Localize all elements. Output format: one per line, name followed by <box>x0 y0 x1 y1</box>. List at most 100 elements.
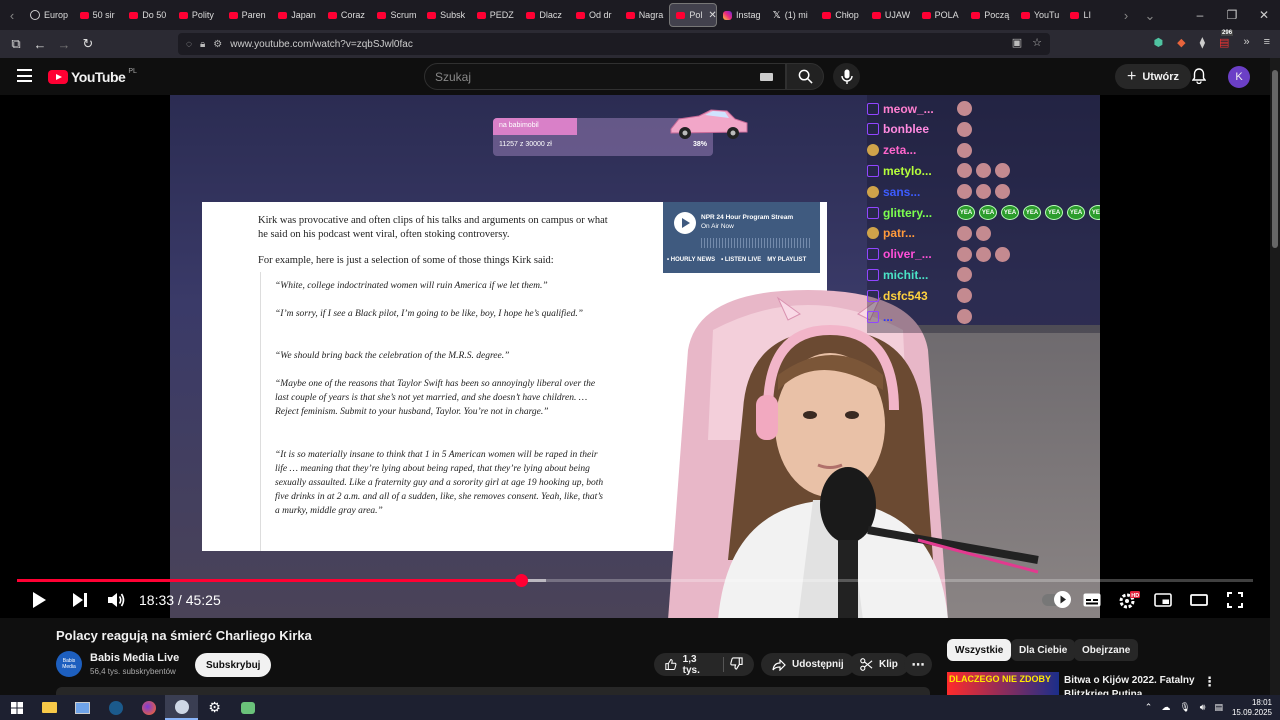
browser-tab[interactable]: 𝕏 (1) mi <box>767 3 817 27</box>
browser-tab[interactable]: Scrum <box>371 3 421 27</box>
speaker-icon[interactable]: 🔊︎ <box>1200 702 1206 713</box>
forward-icon[interactable]: → <box>52 37 76 52</box>
recommended-video-title[interactable]: Bitwa o Kijów 2022. Fatalny Blitzkrieg P… <box>1064 674 1204 695</box>
more-actions-button[interactable]: ⋯ <box>904 653 932 676</box>
browser-tab[interactable]: Od dr <box>570 3 620 27</box>
picture-in-picture-icon[interactable]: ▣ <box>1012 36 1022 49</box>
browser-tab[interactable]: PEDZ <box>471 3 521 27</box>
taskbar-settings[interactable]: ⚙ <box>198 695 231 720</box>
browser-tab[interactable]: Europ <box>24 3 74 27</box>
browser-tab[interactable]: Paren <box>223 3 273 27</box>
browser-tab[interactable]: Japan <box>272 3 322 27</box>
close-window-icon[interactable]: ✕ <box>1248 8 1280 22</box>
recommended-more-icon[interactable]: ⋮ <box>1203 674 1216 690</box>
browser-tab[interactable]: Polity <box>173 3 223 27</box>
network-icon[interactable]: ▤ <box>1214 702 1223 713</box>
autoplay-toggle[interactable] <box>1042 591 1071 608</box>
taskbar-steam[interactable] <box>99 695 132 720</box>
video-frame[interactable]: na babimobil 11257 z 30000 zł 38% Kirk w… <box>170 95 1100 618</box>
clock[interactable]: 18:01 15.09.2025 <box>1232 698 1272 718</box>
minimize-icon[interactable]: – <box>1184 8 1216 22</box>
chip-all[interactable]: Wszystkie <box>947 639 1012 661</box>
browser-tab[interactable]: Począ <box>965 3 1015 27</box>
taskbar-steam-active[interactable] <box>165 695 198 720</box>
progress-bar[interactable] <box>17 574 1253 587</box>
browser-tab[interactable]: YouTu <box>1015 3 1065 27</box>
youtube-logo[interactable]: YouTube PL <box>48 68 137 85</box>
restore-icon[interactable]: ❐ <box>1216 8 1248 22</box>
extensions-puzzle-icon[interactable]: ⧫ <box>1200 36 1205 49</box>
browser-tab[interactable]: Dlacz <box>520 3 570 27</box>
tab-scroll-left-icon[interactable]: ‹ <box>0 8 24 23</box>
vpn-extension-icon[interactable]: ⬢ <box>1154 36 1164 49</box>
tab-scroll-right-icon[interactable]: › <box>1114 8 1138 23</box>
page-scrollbar[interactable] <box>1270 58 1280 695</box>
taskbar-firefox[interactable] <box>132 695 165 720</box>
fullscreen-button[interactable] <box>1227 589 1243 611</box>
create-label: Utwórz <box>1142 70 1180 83</box>
browser-tab[interactable]: Chłop <box>816 3 866 27</box>
channel-name[interactable]: Babis Media Live <box>90 652 179 664</box>
hamburger-menu-icon[interactable] <box>17 69 32 86</box>
sidebar-toggle-icon[interactable]: ⧉ <box>4 36 28 52</box>
tab-list-chevron-icon[interactable]: ⌄ <box>1138 8 1162 24</box>
scrollbar-thumb[interactable] <box>1272 70 1278 248</box>
browser-tab[interactable]: Pol ✕ <box>669 3 717 27</box>
play-button[interactable] <box>31 589 47 611</box>
chat-message: bonblee <box>867 119 972 140</box>
more-tools-icon[interactable]: » <box>1243 36 1249 49</box>
browser-tab[interactable]: Subsk <box>421 3 471 27</box>
page-settings-icon[interactable]: ⚙︎ <box>213 39 222 50</box>
taskbar-app-window[interactable] <box>66 695 99 720</box>
address-bar[interactable]: ◌ 🔒︎ ⚙︎ www.youtube.com/watch?v=zqbSJwl0… <box>178 33 1050 55</box>
browser-tab[interactable]: 50 sir <box>74 3 124 27</box>
search-input[interactable] <box>435 69 735 84</box>
microphone-tray-icon[interactable]: 🎙︎ <box>1179 702 1190 713</box>
browser-tab[interactable]: Coraz <box>322 3 372 27</box>
clip-button[interactable]: Klip <box>849 653 909 676</box>
ublock-extension-icon[interactable]: ▤ 296 <box>1219 30 1234 49</box>
browser-tab[interactable]: Do 50 <box>123 3 173 27</box>
volume-button[interactable] <box>107 589 125 611</box>
video-player[interactable]: na babimobil 11257 z 30000 zł 38% Kirk w… <box>0 95 1270 618</box>
browser-tab[interactable]: Instag <box>717 3 767 27</box>
subtitles-button[interactable] <box>1083 589 1101 611</box>
shield-icon[interactable]: ◌ <box>186 39 192 50</box>
tray-overflow-icon[interactable]: ⌃ <box>1145 702 1153 713</box>
taskbar-file-explorer[interactable] <box>33 695 66 720</box>
channel-avatar[interactable]: Babis Media <box>56 651 82 677</box>
close-tab-icon[interactable]: ✕ <box>708 10 716 21</box>
recommended-video-thumbnail[interactable]: DLACZEGO NIE ZDOBY <box>947 672 1059 695</box>
account-avatar[interactable]: K <box>1228 66 1250 88</box>
settings-button[interactable]: HD <box>1118 589 1140 611</box>
next-button[interactable] <box>72 589 88 611</box>
addon-extension-icon[interactable]: ◆ <box>1177 36 1185 49</box>
start-button[interactable] <box>0 695 33 720</box>
notifications-bell-icon[interactable] <box>1191 68 1207 89</box>
like-button[interactable]: 1,3 tys. <box>665 654 713 676</box>
theater-mode-button[interactable] <box>1190 589 1208 611</box>
description-box[interactable] <box>56 687 930 695</box>
browser-tab[interactable]: UJAW <box>866 3 916 27</box>
miniplayer-button[interactable] <box>1154 589 1172 611</box>
create-button[interactable]: + Utwórz <box>1115 64 1192 89</box>
chip-for-you[interactable]: Dla Ciebie <box>1011 639 1076 661</box>
bookmark-star-icon[interactable]: ☆ <box>1032 36 1042 49</box>
lock-icon[interactable]: 🔒︎ <box>200 39 205 50</box>
subscribe-button[interactable]: Subskrybuj <box>195 653 272 677</box>
voice-search-button[interactable] <box>833 63 860 90</box>
browser-tab[interactable]: LI <box>1064 3 1114 27</box>
browser-tab[interactable]: Nagra <box>620 3 670 27</box>
browser-tab[interactable]: POLA <box>916 3 966 27</box>
cloud-icon[interactable]: ☁ <box>1161 702 1170 713</box>
url-text[interactable]: www.youtube.com/watch?v=zqbSJwl0fac <box>230 39 413 50</box>
chip-watched[interactable]: Obejrzane <box>1074 639 1139 661</box>
keyboard-icon[interactable] <box>760 73 773 81</box>
reload-icon[interactable]: ↻ <box>76 36 100 52</box>
taskbar-app[interactable] <box>231 695 264 720</box>
app-menu-icon[interactable]: ≡ <box>1264 36 1270 49</box>
search-button[interactable] <box>786 63 824 90</box>
dislike-button[interactable] <box>730 656 743 673</box>
back-icon[interactable]: ← <box>28 37 52 52</box>
share-button[interactable]: Udostępnij <box>761 653 855 676</box>
